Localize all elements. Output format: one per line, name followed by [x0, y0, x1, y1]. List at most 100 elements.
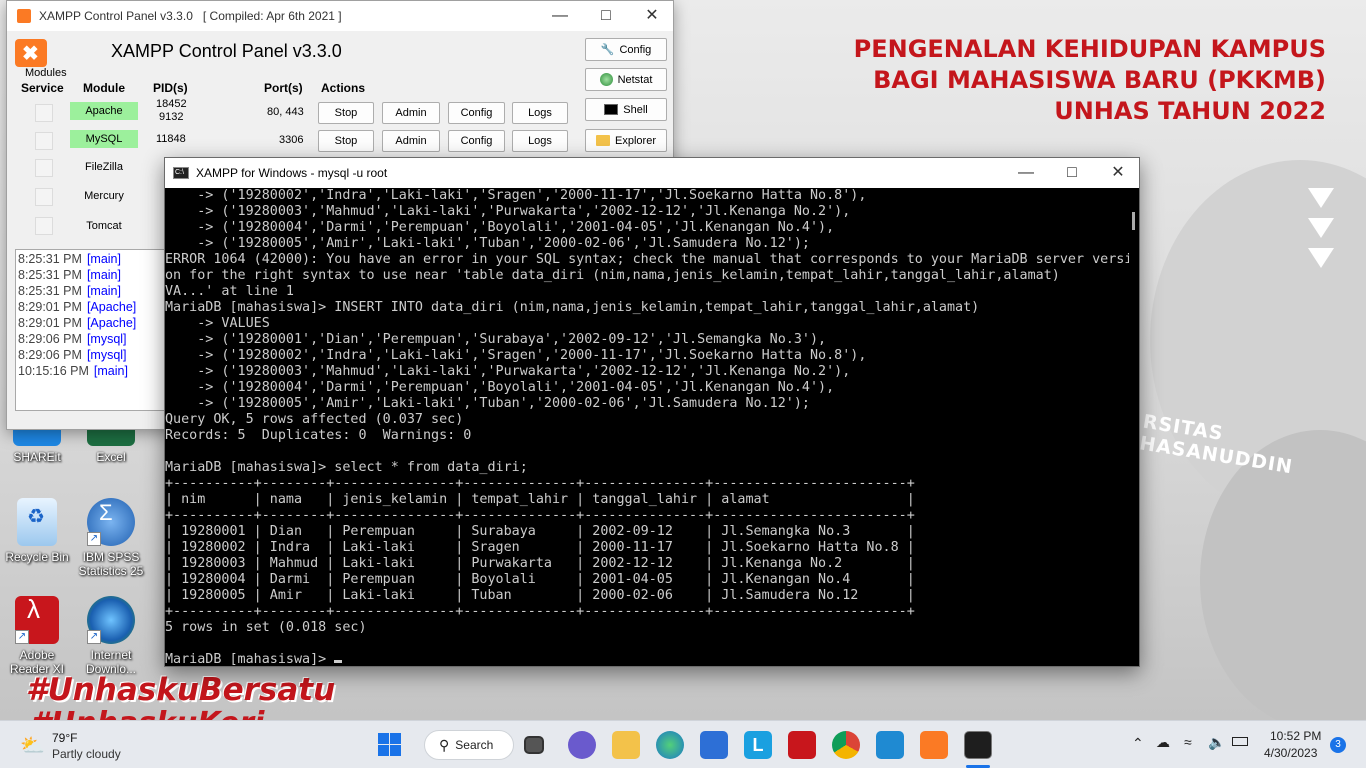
log-row: 8:29:01 PM [Apache]: [18, 316, 137, 330]
clock-date[interactable]: 4/30/2023: [1264, 746, 1317, 760]
wrench-icon: 🔧: [600, 44, 615, 56]
vscode-icon[interactable]: [876, 731, 904, 759]
weather-temp: 79°F: [52, 731, 78, 745]
terminal-icon: [604, 104, 619, 115]
clock-time[interactable]: 10:52 PM: [1270, 729, 1321, 743]
console-maximize-button[interactable]: □: [1049, 158, 1095, 188]
pkkmb-title-line-2: BAGI MAHASISWA BARU (PKKMB): [873, 66, 1326, 94]
taskbar-search[interactable]: ⚲ Search: [424, 730, 514, 760]
header-service: Service: [21, 81, 64, 95]
mcafee-icon[interactable]: [788, 731, 816, 759]
weather-desc: Partly cloudy: [52, 747, 121, 761]
desktop-icon-label: SHAREit: [13, 450, 61, 464]
netstat-button-label: Netstat: [617, 73, 653, 86]
shell-button[interactable]: Shell: [585, 98, 667, 121]
edge-icon[interactable]: [656, 731, 684, 759]
terminal-output[interactable]: -> ('19280002','Indra','Laki-laki','Srag…: [165, 188, 1131, 666]
stop-button-mysql[interactable]: Stop: [318, 130, 374, 152]
chrome-icon[interactable]: [832, 731, 860, 759]
header-module: Module: [83, 81, 125, 95]
start-icon[interactable]: [376, 731, 404, 759]
xampp-heading: XAMPP Control Panel v3.3.0: [111, 41, 342, 61]
notification-badge[interactable]: 3: [1330, 737, 1346, 753]
console-close-button[interactable]: ✕: [1095, 158, 1141, 188]
file-explorer-icon[interactable]: [612, 731, 640, 759]
search-icon: ⚲: [439, 736, 450, 753]
cloud-icon[interactable]: ☁: [1156, 734, 1170, 751]
taskbar: ⛅ 79°F Partly cloudy ⚲ Search L ⌃ ☁ ≈ 🔈 …: [0, 720, 1366, 768]
terminal-text: -> ('19280002','Indra','Laki-laki','Srag…: [165, 188, 1131, 666]
log-panel[interactable]: 8:25:31 PM [main] 8:25:31 PM [main] 8:25:3…: [15, 249, 175, 411]
shell-button-label: Shell: [623, 103, 648, 116]
module-filezilla: FileZilla: [85, 161, 123, 173]
logs-button-mysql[interactable]: Logs: [512, 130, 568, 152]
log-row: 8:25:31 PM [main]: [18, 284, 121, 298]
chat-icon[interactable]: [568, 731, 596, 759]
scrollbar-thumb[interactable]: [1132, 212, 1135, 230]
desktop-icon-label: Recycle Bin: [5, 550, 69, 564]
chevron-up-icon[interactable]: ⌃: [1132, 735, 1144, 752]
admin-button-mysql[interactable]: Admin: [382, 130, 440, 152]
volume-icon[interactable]: 🔈: [1208, 734, 1225, 751]
xampp-icon[interactable]: [920, 731, 948, 759]
desktop-icon-recycle-bin[interactable]: ♻ Recycle Bin: [2, 498, 72, 564]
log-row: 10:15:16 PM [main]: [18, 364, 128, 378]
ports-apache: 80, 443: [267, 106, 304, 118]
console-minimize-button[interactable]: —: [1003, 158, 1049, 188]
config-button-apache[interactable]: Config: [448, 102, 505, 124]
log-row: 8:25:31 PM [main]: [18, 252, 121, 266]
triangle-decoration-1: [1308, 188, 1334, 208]
stop-button-apache[interactable]: Stop: [318, 102, 374, 124]
modules-label: Modules: [25, 67, 67, 79]
desktop-icon-spss[interactable]: Σ ↗ IBM SPSS Statistics 25: [76, 498, 146, 578]
folder-icon: [596, 135, 611, 146]
hashtag-text: #UnhaskuBersatu: [26, 672, 336, 708]
partly-cloudy-icon: ⛅: [20, 735, 45, 757]
launcher-icon[interactable]: L: [744, 731, 772, 759]
desktop-icon-idm[interactable]: ↗ Internet Downlo...: [76, 596, 146, 676]
header-ports: Port(s): [264, 81, 303, 95]
log-row: 8:29:06 PM [mysql]: [18, 348, 127, 362]
service-checkbox-mercury[interactable]: [35, 188, 53, 206]
desktop-icon-label: Excel: [96, 450, 126, 464]
service-checkbox-mysql[interactable]: [35, 132, 53, 150]
terminal-lines: -> ('19280002','Indra','Laki-laki','Srag…: [165, 188, 1131, 635]
console-scrollbar[interactable]: [1129, 188, 1139, 666]
task-view-icon[interactable]: [524, 736, 544, 754]
log-row: 8:29:01 PM [Apache]: [18, 300, 137, 314]
idm-icon: ↗: [87, 596, 135, 644]
store-icon[interactable]: [700, 731, 728, 759]
close-button[interactable]: ✕: [629, 1, 675, 31]
battery-icon[interactable]: [1232, 737, 1248, 746]
admin-button-apache[interactable]: Admin: [382, 102, 440, 124]
service-checkbox-apache[interactable]: [35, 104, 53, 122]
console-titlebar[interactable]: C:\ XAMPP for Windows - mysql -u root: [165, 158, 1139, 188]
service-checkbox-tomcat[interactable]: [35, 217, 53, 235]
triangle-decoration-3: [1308, 248, 1334, 268]
desktop-icon-adobe-reader[interactable]: λ ↗ Adobe Reader XI: [2, 596, 72, 676]
cmd-icon: C:\: [173, 167, 189, 179]
xampp-app-icon: [17, 9, 31, 23]
globe-icon: [599, 73, 613, 86]
wifi-icon[interactable]: ≈: [1184, 734, 1192, 750]
netstat-button[interactable]: Netstat: [585, 68, 667, 91]
log-row: 8:25:31 PM [main]: [18, 268, 121, 282]
minimize-button[interactable]: —: [537, 1, 583, 31]
weather-widget[interactable]: ⛅ 79°F Partly cloudy: [18, 729, 128, 763]
log-row: 8:29:06 PM [mysql]: [18, 332, 127, 346]
triangle-decoration-2: [1308, 218, 1334, 238]
header-pid: PID(s): [153, 81, 188, 95]
hashtag-text-2: #UnhaskuKeri: [30, 706, 264, 720]
service-checkbox-filezilla[interactable]: [35, 159, 53, 177]
logs-button-apache[interactable]: Logs: [512, 102, 568, 124]
ports-mysql: 3306: [279, 134, 304, 146]
header-actions: Actions: [321, 81, 366, 95]
maximize-button[interactable]: □: [583, 1, 629, 31]
explorer-button[interactable]: Explorer: [585, 129, 667, 152]
config-button-mysql[interactable]: Config: [448, 130, 505, 152]
spss-icon: Σ ↗: [87, 498, 135, 546]
pkkmb-title-line-1: PENGENALAN KEHIDUPAN KAMPUS: [853, 35, 1326, 63]
config-button[interactable]: 🔧 Config: [585, 38, 667, 61]
text-cursor: [334, 660, 343, 663]
terminal-icon[interactable]: [964, 731, 992, 759]
